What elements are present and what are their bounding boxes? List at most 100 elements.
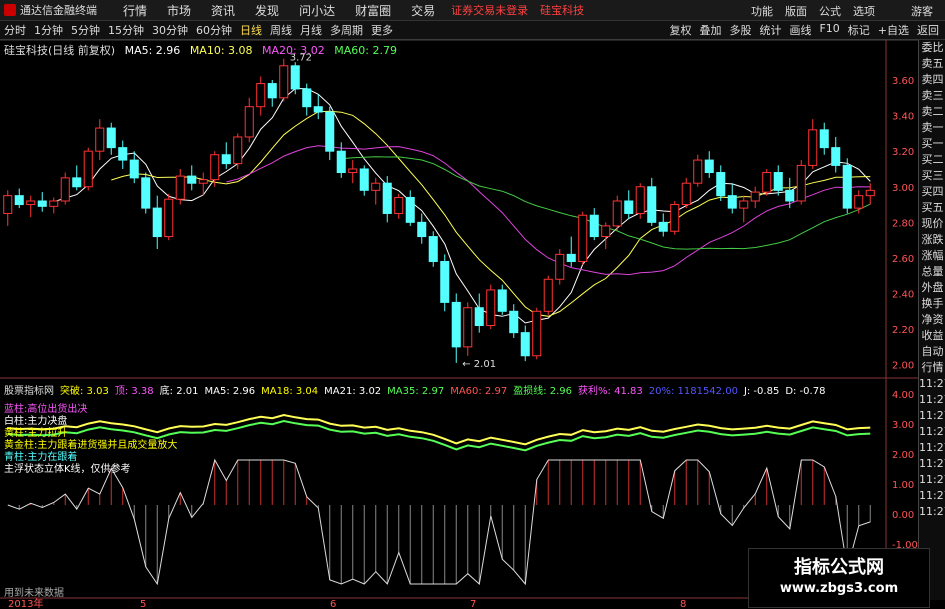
- sidebar-item-7[interactable]: 买二: [919, 152, 945, 168]
- candle-39[interactable]: [451, 293, 461, 363]
- candle-47[interactable]: [543, 275, 553, 315]
- candle-27[interactable]: [313, 94, 323, 120]
- candle-72[interactable]: [831, 136, 841, 173]
- sidebar-item-18[interactable]: 收益: [919, 328, 945, 344]
- candle-3[interactable]: [37, 192, 47, 212]
- sidebar-item-28[interactable]: 11:27: [919, 488, 945, 504]
- candle-64[interactable]: [739, 195, 749, 223]
- candle-69[interactable]: [796, 160, 806, 205]
- candle-24[interactable]: [279, 58, 289, 102]
- candle-55[interactable]: [635, 183, 645, 219]
- candle-74[interactable]: [854, 190, 864, 214]
- candle-36[interactable]: [417, 213, 427, 244]
- candle-16[interactable]: [187, 165, 197, 191]
- sidebar-item-2[interactable]: 卖四: [919, 72, 945, 88]
- candle-2[interactable]: [26, 195, 36, 218]
- candle-46[interactable]: [532, 307, 542, 360]
- candle-52[interactable]: [601, 222, 611, 250]
- candle-34[interactable]: [394, 193, 404, 219]
- sidebar-item-14[interactable]: 总量: [919, 264, 945, 280]
- candle-54[interactable]: [624, 190, 634, 219]
- sidebar-item-8[interactable]: 买三: [919, 168, 945, 184]
- candle-0[interactable]: [3, 190, 13, 226]
- candle-51[interactable]: [589, 208, 599, 241]
- candle-49[interactable]: [566, 236, 576, 267]
- candle-5[interactable]: [60, 172, 70, 205]
- candle-40[interactable]: [463, 302, 473, 356]
- candle-7[interactable]: [83, 147, 93, 191]
- candle-60[interactable]: [693, 154, 703, 187]
- candle-33[interactable]: [382, 176, 392, 223]
- candle-10[interactable]: [118, 140, 128, 169]
- candle-42[interactable]: [486, 284, 496, 330]
- candle-13[interactable]: [152, 195, 162, 250]
- candle-37[interactable]: [428, 231, 438, 267]
- sidebar-item-17[interactable]: 净资: [919, 312, 945, 328]
- sidebar-item-3[interactable]: 卖三: [919, 88, 945, 104]
- sidebar-item-22[interactable]: 11:27: [919, 392, 945, 408]
- candle-4[interactable]: [49, 197, 59, 214]
- sidebar-item-6[interactable]: 买一: [919, 136, 945, 152]
- candle-38[interactable]: [440, 254, 450, 312]
- sidebar-item-1[interactable]: 卖五: [919, 56, 945, 72]
- candle-23[interactable]: [267, 80, 277, 107]
- candle-73[interactable]: [842, 158, 852, 214]
- candle-21[interactable]: [244, 97, 254, 143]
- candle-9[interactable]: [106, 122, 116, 155]
- candle-31[interactable]: [359, 165, 369, 196]
- candle-22[interactable]: [256, 76, 266, 116]
- candle-70[interactable]: [808, 119, 818, 169]
- candle-63[interactable]: [727, 183, 737, 214]
- sidebar-item-21[interactable]: 11:27: [919, 376, 945, 392]
- sidebar-item-11[interactable]: 现价: [919, 216, 945, 232]
- sidebar-item-4[interactable]: 卖二: [919, 104, 945, 120]
- candle-17[interactable]: [198, 172, 208, 196]
- sidebar-item-23[interactable]: 11:27: [919, 408, 945, 424]
- sidebar-item-16[interactable]: 换手: [919, 296, 945, 312]
- candle-15[interactable]: [175, 168, 185, 205]
- candle-56[interactable]: [647, 177, 657, 226]
- candle-1[interactable]: [14, 188, 24, 209]
- sidebar-item-27[interactable]: 11:27: [919, 472, 945, 488]
- sidebar-item-26[interactable]: 11:27: [919, 456, 945, 472]
- chart-canvas[interactable]: 3.60 3.40 3.20 3.00 2.80 2.60 2.40 2.20 2.00 3.72…: [0, 0, 918, 609]
- candle-32[interactable]: [371, 177, 381, 205]
- sidebar-item-0[interactable]: 委比: [919, 40, 945, 56]
- candle-25[interactable]: [290, 62, 300, 95]
- sidebar-item-12[interactable]: 涨跌: [919, 232, 945, 248]
- candle-45[interactable]: [520, 325, 530, 362]
- sidebar-item-15[interactable]: 外盘: [919, 280, 945, 296]
- sidebar-item-13[interactable]: 涨幅: [919, 248, 945, 264]
- candle-30[interactable]: [348, 160, 358, 184]
- candle-6[interactable]: [72, 165, 82, 191]
- candle-19[interactable]: [221, 142, 231, 169]
- candle-8[interactable]: [95, 119, 105, 161]
- candle-12[interactable]: [141, 172, 151, 214]
- candle-53[interactable]: [612, 195, 622, 232]
- sidebar-item-25[interactable]: 11:27: [919, 440, 945, 456]
- candle-68[interactable]: [785, 177, 795, 209]
- candle-66[interactable]: [762, 168, 772, 196]
- candle-20[interactable]: [233, 133, 243, 169]
- candle-43[interactable]: [497, 284, 507, 315]
- tool-button-8[interactable]: 返回: [917, 22, 939, 38]
- candle-50[interactable]: [578, 211, 588, 266]
- sidebar-item-24[interactable]: 11:27: [919, 424, 945, 440]
- sidebar-item-10[interactable]: 买五: [919, 200, 945, 216]
- candle-65[interactable]: [750, 186, 760, 209]
- candle-71[interactable]: [819, 122, 829, 155]
- candle-44[interactable]: [509, 304, 519, 338]
- candle-61[interactable]: [704, 151, 714, 178]
- sidebar-item-19[interactable]: 自动: [919, 344, 945, 360]
- candle-14[interactable]: [164, 193, 174, 241]
- candle-67[interactable]: [773, 165, 783, 196]
- candle-35[interactable]: [405, 190, 415, 226]
- sidebar-item-20[interactable]: 行情: [919, 360, 945, 376]
- sidebar-item-9[interactable]: 买四: [919, 184, 945, 200]
- sidebar-item-5[interactable]: 卖一: [919, 120, 945, 136]
- candle-48[interactable]: [555, 249, 565, 285]
- candle-57[interactable]: [658, 213, 668, 237]
- candle-28[interactable]: [325, 106, 335, 161]
- candle-59[interactable]: [681, 177, 691, 209]
- candle-41[interactable]: [474, 293, 484, 333]
